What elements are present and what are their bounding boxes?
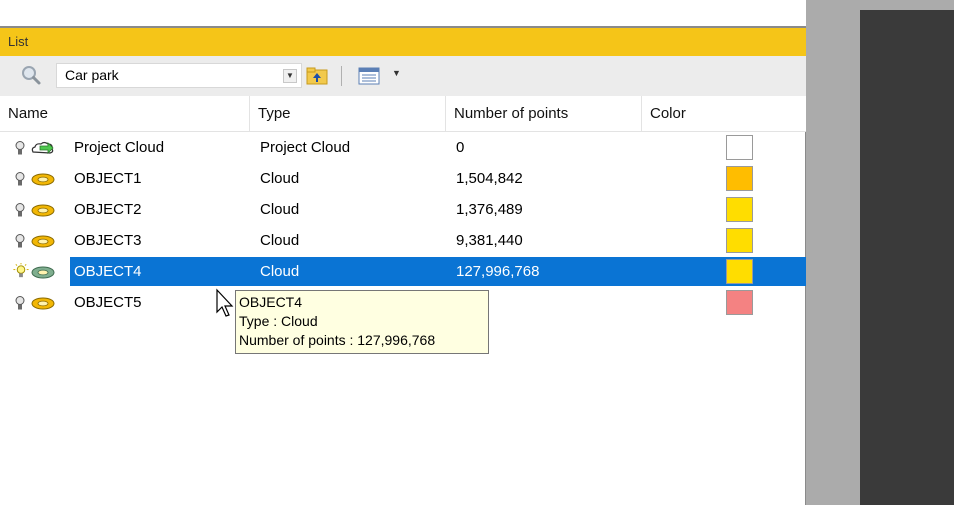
list-view-icon[interactable]	[358, 66, 380, 86]
cloud-object-icon	[31, 297, 55, 310]
bulb-off-icon[interactable]	[14, 171, 26, 187]
bulb-off-icon[interactable]	[14, 202, 26, 218]
right-splitter[interactable]	[806, 0, 860, 505]
column-header-type[interactable]: Type	[250, 96, 446, 132]
top-pane-edge	[0, 0, 806, 28]
panel-title: List	[8, 34, 29, 49]
row-type: Cloud	[260, 201, 300, 218]
color-swatch[interactable]	[726, 228, 753, 253]
table-row[interactable]: OBJECT1 Cloud 1,504,842	[0, 163, 806, 194]
search-icon[interactable]	[20, 64, 42, 86]
list-toolbar: Car park ▼ ▼	[0, 56, 806, 96]
row-points: 9,381,440	[456, 232, 523, 249]
color-swatch[interactable]	[726, 135, 753, 160]
row-icons	[14, 287, 66, 318]
row-name: OBJECT3	[74, 232, 142, 249]
tooltip-title: OBJECT4	[239, 294, 303, 310]
viewport-area[interactable]	[860, 10, 954, 505]
right-splitter-top	[860, 0, 954, 10]
cloud-object-icon	[31, 204, 55, 217]
column-header-color[interactable]: Color	[642, 96, 756, 132]
cloud-object-icon	[31, 235, 55, 248]
panel-header: List	[0, 28, 806, 56]
selection-highlight	[70, 257, 806, 286]
cloud-object-icon	[31, 266, 55, 279]
filter-combobox[interactable]: Car park ▼	[56, 63, 302, 88]
row-points: 127,996,768	[456, 263, 540, 280]
row-type: Project Cloud	[260, 139, 351, 156]
project-cloud-icon	[31, 141, 54, 154]
list-panel: List Car park ▼ ▼ Name Type Number of po…	[0, 28, 806, 505]
row-icons	[14, 132, 66, 163]
row-icons	[14, 163, 66, 194]
table-row[interactable]: OBJECT2 Cloud 1,376,489	[0, 194, 806, 225]
row-type: Cloud	[260, 170, 300, 187]
bulb-off-icon[interactable]	[14, 233, 26, 249]
chevron-down-icon[interactable]: ▼	[392, 68, 401, 78]
table-row[interactable]: Project Cloud Project Cloud 0	[0, 132, 806, 163]
row-name: OBJECT5	[74, 294, 142, 311]
row-points: 1,504,842	[456, 170, 523, 187]
color-swatch[interactable]	[726, 259, 753, 284]
column-header-name[interactable]: Name	[8, 96, 250, 132]
color-swatch[interactable]	[726, 166, 753, 191]
row-type: Cloud	[260, 263, 300, 280]
row-points: 1,376,489	[456, 201, 523, 218]
table-header: Name Type Number of points Color	[0, 96, 806, 132]
bulb-off-icon[interactable]	[14, 295, 26, 311]
row-name: Project Cloud	[74, 139, 165, 156]
table-row[interactable]: OBJECT3 Cloud 9,381,440	[0, 225, 806, 256]
chevron-down-icon[interactable]: ▼	[283, 69, 297, 83]
table-row[interactable]: OBJECT4 Cloud 127,996,768	[0, 256, 806, 287]
tooltip-type: Type : Cloud	[239, 313, 318, 329]
mouse-cursor-icon	[216, 288, 234, 317]
row-icons	[14, 194, 66, 225]
column-header-points[interactable]: Number of points	[446, 96, 642, 132]
folder-up-icon[interactable]	[306, 66, 328, 86]
tooltip-points: Number of points : 127,996,768	[239, 332, 436, 348]
bulb-on-icon[interactable]	[12, 262, 30, 280]
row-name: OBJECT2	[74, 201, 142, 218]
row-points: 0	[456, 139, 465, 156]
row-icons	[12, 256, 66, 287]
color-swatch[interactable]	[726, 290, 753, 315]
toolbar-separator	[341, 66, 342, 86]
row-name: OBJECT1	[74, 170, 142, 187]
row-type: Cloud	[260, 232, 300, 249]
row-name: OBJECT4	[74, 263, 142, 280]
color-swatch[interactable]	[726, 197, 753, 222]
bulb-off-icon[interactable]	[14, 140, 26, 156]
cloud-object-icon	[31, 173, 55, 186]
tooltip: OBJECT4 Type : Cloud Number of points : …	[235, 290, 489, 354]
row-icons	[14, 225, 66, 256]
filter-value: Car park	[65, 67, 119, 83]
